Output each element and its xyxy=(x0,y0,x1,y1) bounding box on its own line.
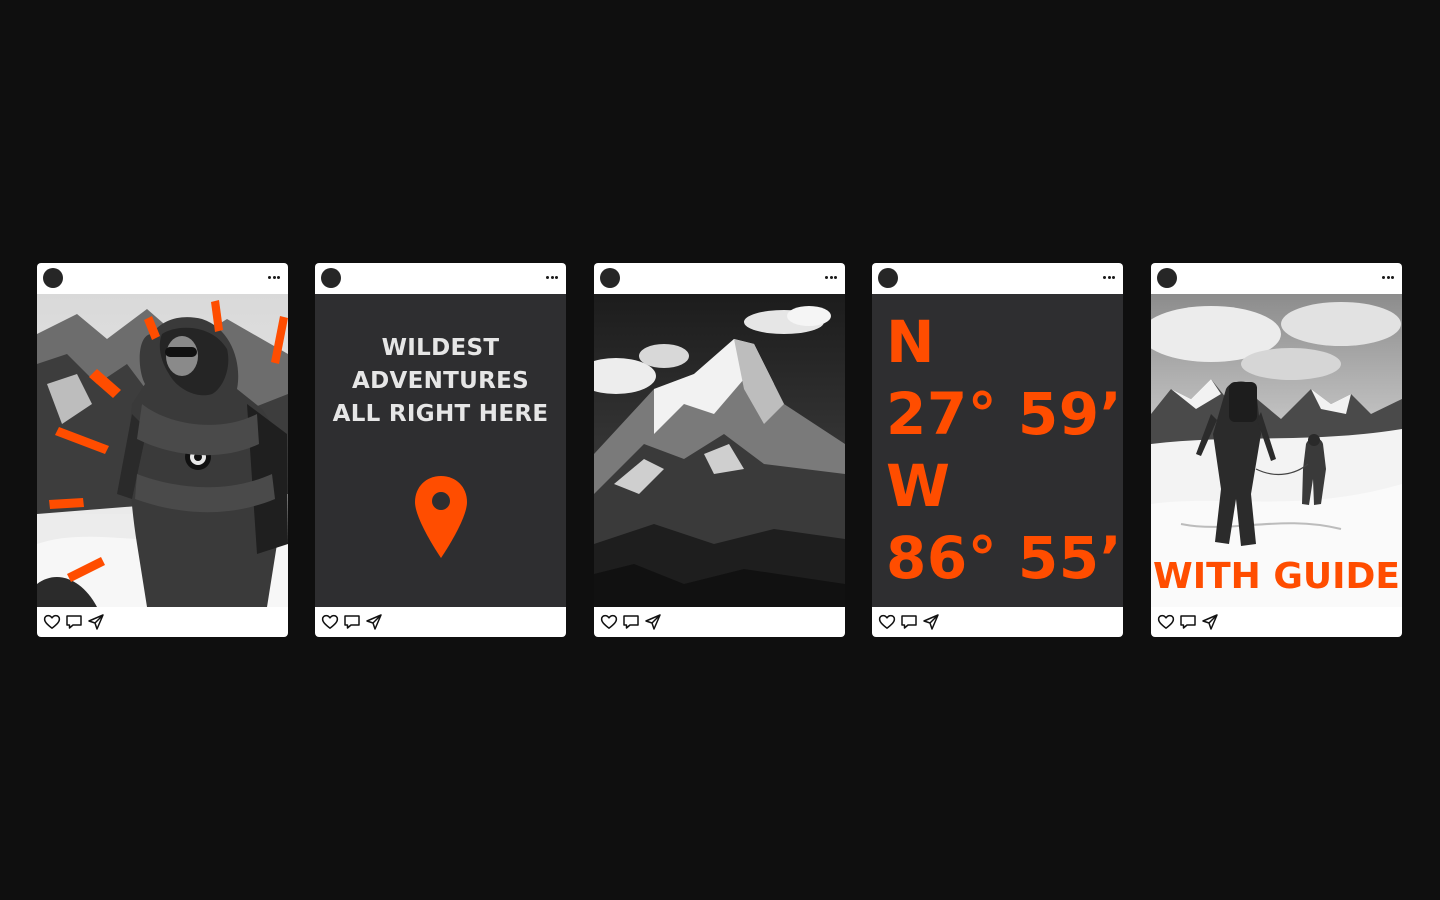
heart-icon[interactable] xyxy=(600,613,618,631)
post-image-climber[interactable] xyxy=(37,294,288,607)
heart-icon[interactable] xyxy=(878,613,896,631)
post-header xyxy=(594,263,845,294)
post-card-4[interactable]: N 27° 59’ W 86° 55’ xyxy=(872,263,1123,637)
caption-with-guide: WITH GUIDE xyxy=(1153,556,1400,597)
heart-icon[interactable] xyxy=(321,613,339,631)
mountain-photo xyxy=(594,294,845,607)
post-actions xyxy=(1157,613,1277,631)
post-actions xyxy=(878,613,998,631)
coord-lon-dir: W xyxy=(886,452,951,520)
comment-icon[interactable] xyxy=(622,613,640,631)
post-actions xyxy=(321,613,441,631)
headline-line-3: ALL RIGHT HERE xyxy=(332,401,549,427)
more-options-icon[interactable] xyxy=(825,276,837,280)
coord-lon-val: 86° 55’ xyxy=(886,524,1123,592)
post-card-2[interactable]: WILDEST ADVENTURES ALL RIGHT HERE xyxy=(315,263,566,637)
comment-icon[interactable] xyxy=(343,613,361,631)
post-header xyxy=(1151,263,1402,294)
headline-line-2: ADVENTURES xyxy=(351,368,529,394)
avatar[interactable] xyxy=(43,268,63,288)
coord-lat-val: 27° 59’ xyxy=(886,380,1123,448)
avatar[interactable] xyxy=(600,268,620,288)
share-icon[interactable] xyxy=(365,613,383,631)
comment-icon[interactable] xyxy=(900,613,918,631)
more-options-icon[interactable] xyxy=(1103,276,1115,280)
post-card-1[interactable] xyxy=(37,263,288,637)
climber-photo xyxy=(37,294,288,607)
comment-icon[interactable] xyxy=(1179,613,1197,631)
post-image-mountain[interactable] xyxy=(594,294,845,607)
heart-icon[interactable] xyxy=(43,613,61,631)
post-header xyxy=(37,263,288,294)
coordinates: N 27° 59’ W 86° 55’ xyxy=(886,306,1122,594)
post-card-5[interactable]: WITH GUIDE xyxy=(1151,263,1402,637)
avatar[interactable] xyxy=(878,268,898,288)
coord-lat-dir: N xyxy=(886,308,936,376)
post-actions xyxy=(600,613,720,631)
more-options-icon[interactable] xyxy=(546,276,558,280)
share-icon[interactable] xyxy=(922,613,940,631)
share-icon[interactable] xyxy=(87,613,105,631)
avatar[interactable] xyxy=(1157,268,1177,288)
more-options-icon[interactable] xyxy=(268,276,280,280)
post-text-card[interactable]: WILDEST ADVENTURES ALL RIGHT HERE xyxy=(315,294,566,607)
location-pin-icon xyxy=(415,476,467,558)
post-card-3[interactable] xyxy=(594,263,845,637)
post-header xyxy=(315,263,566,294)
comment-icon[interactable] xyxy=(65,613,83,631)
post-image-climbers[interactable]: WITH GUIDE xyxy=(1151,294,1402,607)
avatar[interactable] xyxy=(321,268,341,288)
share-icon[interactable] xyxy=(1201,613,1219,631)
post-actions xyxy=(43,613,163,631)
heart-icon[interactable] xyxy=(1157,613,1175,631)
headline: WILDEST ADVENTURES ALL RIGHT HERE xyxy=(315,332,566,431)
more-options-icon[interactable] xyxy=(1382,276,1394,280)
share-icon[interactable] xyxy=(644,613,662,631)
post-coordinates-card[interactable]: N 27° 59’ W 86° 55’ xyxy=(872,294,1123,607)
post-header xyxy=(872,263,1123,294)
headline-line-1: WILDEST xyxy=(381,335,500,361)
